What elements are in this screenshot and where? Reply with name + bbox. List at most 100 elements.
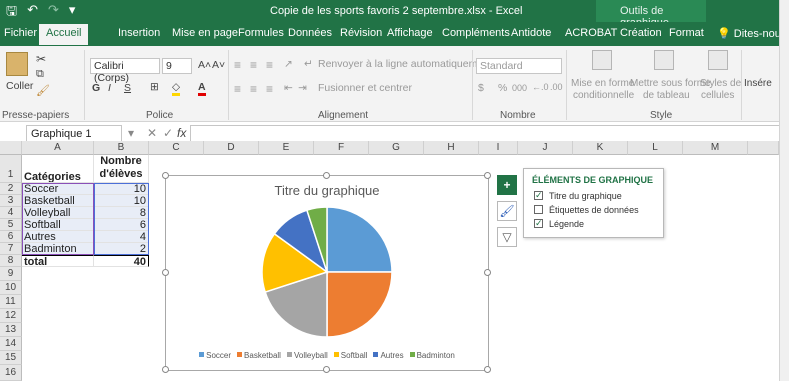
chart-elements-button[interactable]: + (497, 175, 517, 195)
option-label-data-labels[interactable]: Étiquettes de données (549, 205, 639, 215)
column-header-e[interactable]: E (259, 141, 314, 155)
cell-a5[interactable]: Softball (22, 219, 94, 231)
tab-donnees[interactable]: Données (288, 27, 332, 39)
option-label-chart-title[interactable]: Titre du graphique (549, 191, 622, 201)
chart-styles-button[interactable]: 🖌 (497, 201, 517, 221)
align-right-icon[interactable]: ≡ (266, 82, 273, 96)
cell-a8[interactable]: total (22, 255, 94, 267)
font-color-icon[interactable]: A (198, 81, 206, 96)
row-header[interactable]: 13 (0, 323, 22, 337)
number-format-select[interactable]: Standard (476, 58, 562, 74)
pie-slice-basketball[interactable] (326, 271, 393, 338)
conditional-format-icon[interactable] (592, 50, 612, 70)
column-header-c[interactable]: C (149, 141, 204, 155)
cell-b6[interactable]: 4 (94, 231, 149, 243)
cell-a7[interactable]: Badminton (22, 243, 94, 255)
cell-a2[interactable]: Soccer (22, 183, 94, 195)
legend-item-soccer[interactable]: Soccer (199, 351, 231, 360)
cell-styles-icon[interactable] (708, 50, 728, 70)
font-size-select[interactable]: 9 (162, 58, 192, 74)
merge-center-button[interactable]: Fusionner et centrer (318, 82, 412, 94)
legend-item-badminton[interactable]: Badminton (409, 351, 455, 360)
align-middle-icon[interactable]: ≡ (250, 58, 257, 72)
underline-button[interactable]: S (124, 82, 131, 94)
tab-complements[interactable]: Compléments (442, 27, 510, 39)
row-header[interactable]: 6 (0, 231, 22, 243)
resize-handle-ne[interactable] (484, 172, 491, 179)
copy-icon[interactable]: ⧉ (36, 68, 44, 81)
column-header-a[interactable]: A (22, 141, 94, 155)
row-header[interactable]: 12 (0, 309, 22, 323)
confirm-entry-icon[interactable]: ✓ (163, 126, 173, 140)
checkbox-legend[interactable]: ✓ (534, 219, 543, 228)
resize-handle-se[interactable] (484, 366, 491, 373)
tab-antidote[interactable]: Antidote (511, 27, 551, 39)
resize-handle-e[interactable] (484, 269, 491, 276)
tab-mise-en-page[interactable]: Mise en page (172, 27, 238, 39)
checkbox-data-labels[interactable] (534, 205, 543, 214)
resize-handle-n[interactable] (323, 172, 330, 179)
row-header[interactable]: 16 (0, 365, 22, 381)
column-header-h[interactable]: H (424, 141, 479, 155)
tab-creation[interactable]: Création (620, 27, 662, 39)
row-header[interactable]: 9 (0, 267, 22, 281)
column-header-l[interactable]: L (628, 141, 683, 155)
redo-icon[interactable]: ↷ (48, 2, 59, 24)
legend-item-basketball[interactable]: Basketball (237, 351, 281, 360)
resize-handle-s[interactable] (323, 366, 330, 373)
cell-a1[interactable]: Catégories (22, 155, 94, 183)
undo-icon[interactable]: ↶ (27, 2, 38, 24)
cell-b1[interactable]: Nombre d'élèves (94, 155, 149, 183)
tab-acrobat[interactable]: ACROBAT (565, 27, 617, 39)
format-painter-icon[interactable]: 🖌 (36, 84, 50, 97)
row-header[interactable]: 10 (0, 281, 22, 295)
cell-b3[interactable]: 10 (94, 195, 149, 207)
percent-button[interactable]: % (498, 82, 507, 94)
cell-b4[interactable]: 8 (94, 207, 149, 219)
align-top-icon[interactable]: ≡ (234, 58, 241, 72)
column-header-b[interactable]: B (94, 141, 149, 155)
format-as-table-icon[interactable] (654, 50, 674, 70)
column-header-n[interactable] (748, 141, 779, 155)
cancel-entry-icon[interactable]: ✕ (147, 126, 157, 140)
cell-styles-button[interactable]: Styles de (700, 78, 741, 89)
cut-icon[interactable]: ✂ (36, 52, 46, 66)
chart-object[interactable]: Titre du graphique Soccer Basketball Volle… (162, 172, 491, 373)
fill-color-icon[interactable]: ◇ (172, 81, 181, 96)
currency-button[interactable]: $ (478, 82, 484, 94)
row-header[interactable]: 11 (0, 295, 22, 309)
column-header-f[interactable]: F (314, 141, 369, 155)
orientation-icon[interactable]: ↗ (284, 58, 293, 70)
pie-slice-soccer[interactable] (326, 206, 393, 273)
tab-fichier[interactable]: Fichier (4, 27, 37, 39)
column-header-i[interactable]: I (479, 141, 518, 155)
row-header[interactable]: 14 (0, 337, 22, 351)
chart-legend[interactable]: Soccer Basketball Volleyball Softball Autres… (166, 351, 488, 360)
cell-a3[interactable]: Basketball (22, 195, 94, 207)
row-header[interactable]: 8 (0, 255, 22, 267)
tab-affichage[interactable]: Affichage (387, 27, 433, 39)
increase-decimal-icon[interactable]: ←.0 (532, 82, 549, 92)
insert-function-icon[interactable]: fx (177, 126, 186, 140)
row-header[interactable]: 7 (0, 243, 22, 255)
name-box-dropdown-icon[interactable]: ▾ (128, 126, 134, 140)
column-header-g[interactable]: G (369, 141, 424, 155)
column-header-j[interactable]: J (518, 141, 573, 155)
italic-button[interactable]: I (108, 82, 111, 94)
pie-plot-area[interactable] (166, 176, 488, 370)
column-header-m[interactable]: M (683, 141, 748, 155)
wrap-text-icon[interactable]: ↵ (304, 58, 313, 70)
row-header[interactable]: 1 (0, 155, 22, 183)
customize-qat-icon[interactable]: ▾ (69, 2, 76, 24)
tab-revision[interactable]: Révision (340, 27, 382, 39)
tab-accueil[interactable]: Accueil (39, 24, 89, 45)
tell-me-search[interactable]: 💡 Dites-nou (717, 27, 781, 40)
font-name-select[interactable]: Calibri (Corps) (90, 58, 160, 84)
borders-icon[interactable]: ⊞ (150, 81, 159, 93)
format-as-table-button[interactable]: Mettre sous forme (630, 78, 711, 89)
cell-b8[interactable]: 40 (94, 255, 149, 267)
row-header[interactable]: 3 (0, 195, 22, 207)
conditional-format-button[interactable]: Mise en forme (571, 78, 634, 89)
decrease-decimal-icon[interactable]: .00 (550, 82, 563, 92)
cell-a6[interactable]: Autres (22, 231, 94, 243)
